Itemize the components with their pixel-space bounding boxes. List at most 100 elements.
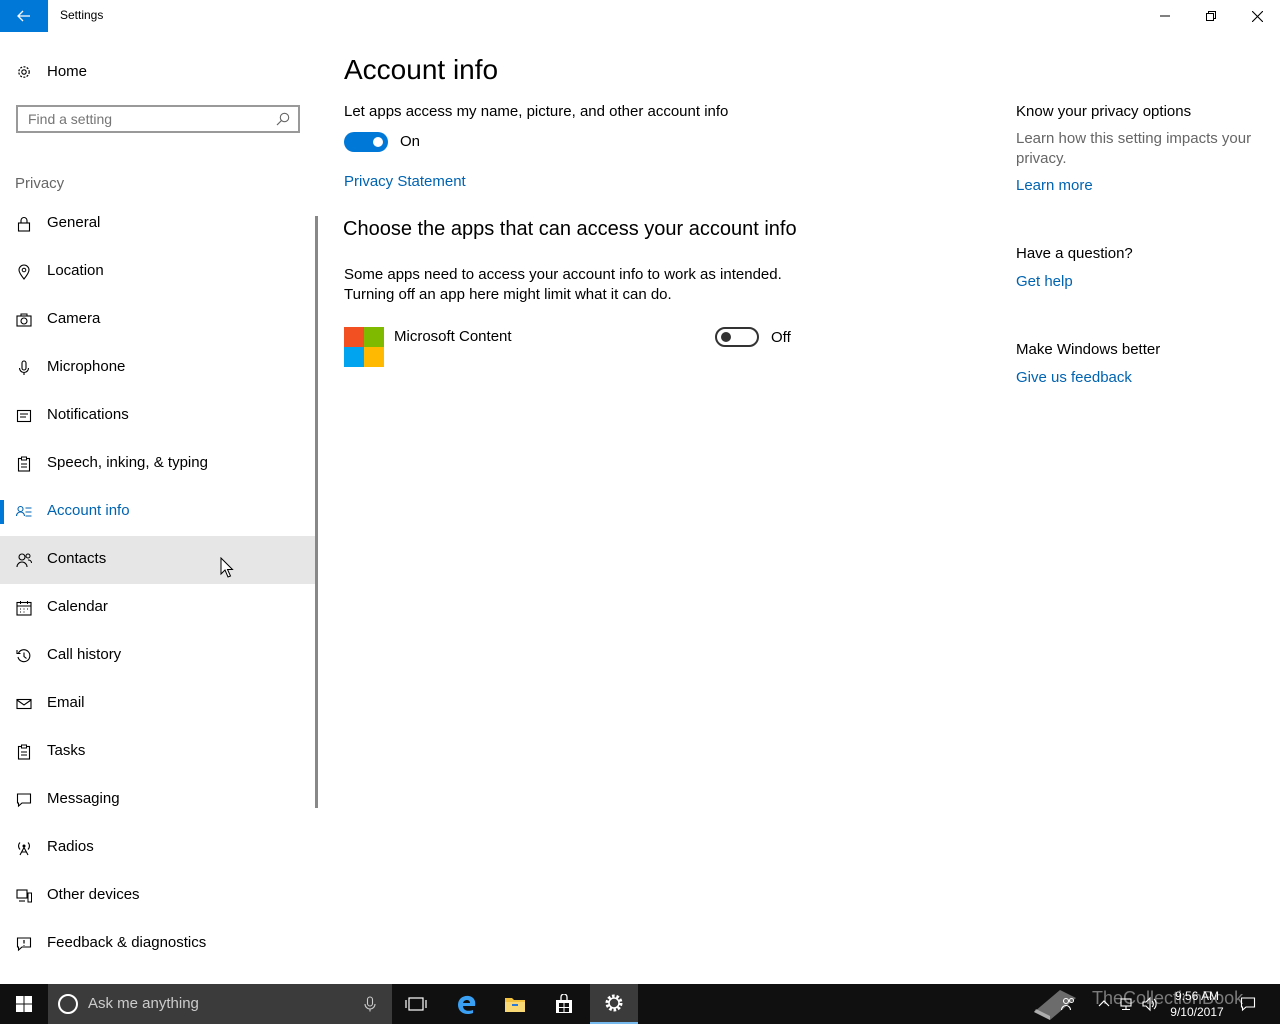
- apps-description: Some apps need to access your account in…: [344, 265, 782, 305]
- sidebar-item-label: General: [47, 214, 101, 231]
- sidebar-item-feedback-diagnostics[interactable]: Feedback & diagnostics: [0, 920, 318, 968]
- apps-description-line: Some apps need to access your account in…: [344, 266, 782, 283]
- sidebar-item-notifications[interactable]: Notifications: [0, 392, 318, 440]
- microphone-icon[interactable]: [364, 996, 376, 1012]
- windows-logo-icon: [16, 996, 32, 1012]
- gear-icon: [605, 994, 623, 1012]
- give-feedback-link[interactable]: Give us feedback: [1016, 369, 1132, 386]
- start-button[interactable]: [0, 984, 48, 1024]
- microsoft-content-toggle-label: Off: [771, 329, 791, 346]
- notifications-icon: [16, 409, 32, 423]
- sidebar-item-label: Calendar: [47, 598, 108, 615]
- sidebar-item-tasks[interactable]: Tasks: [0, 728, 318, 776]
- logo-square-red: [344, 327, 364, 347]
- folder-icon: [505, 998, 525, 1012]
- app-name: Microsoft Content: [394, 328, 512, 345]
- sidebar-item-general[interactable]: General: [0, 200, 318, 248]
- windows-better-heading: Make Windows better: [1016, 341, 1161, 358]
- clock-time: 9:56 AM: [1174, 989, 1220, 1003]
- section-label: Privacy: [15, 175, 65, 192]
- sidebar-item-label: Call history: [47, 646, 122, 663]
- sidebar-item-label: Speech, inking, & typing: [47, 454, 208, 471]
- store-button[interactable]: [540, 984, 588, 1024]
- mouse-cursor-icon: [220, 557, 234, 578]
- privacy-options-heading: Know your privacy options: [1016, 103, 1192, 120]
- sidebar-item-label: Location: [47, 262, 104, 279]
- devices-icon: [16, 889, 32, 903]
- edge-icon: [458, 995, 476, 1015]
- search-icon[interactable]: [276, 112, 290, 126]
- get-help-link[interactable]: Get help: [1016, 273, 1073, 290]
- sidebar-item-email[interactable]: Email: [0, 680, 318, 728]
- sidebar-item-account-info[interactable]: Account info: [0, 488, 318, 536]
- sidebar-item-label: Radios: [47, 838, 94, 855]
- microphone-icon: [18, 360, 30, 375]
- sidebar-item-label: Email: [47, 694, 85, 711]
- apps-description-line: Turning off an app here might limit what…: [344, 286, 672, 303]
- apps-heading: Choose the apps that can access your acc…: [343, 218, 797, 240]
- cortana-placeholder: Ask me anything: [88, 995, 199, 1012]
- sidebar-item-radios[interactable]: Radios: [0, 824, 318, 872]
- account-access-toggle[interactable]: [344, 132, 388, 152]
- home-button[interactable]: Home: [0, 52, 320, 92]
- file-explorer-button[interactable]: [491, 984, 539, 1024]
- camera-icon: [16, 313, 32, 327]
- sidebar-item-call-history[interactable]: Call history: [0, 632, 318, 680]
- logo-square-blue: [344, 347, 364, 367]
- sidebar-item-microphone[interactable]: Microphone: [0, 344, 318, 392]
- learn-more-link[interactable]: Learn more: [1016, 177, 1093, 194]
- cortana-search-box[interactable]: Ask me anything: [48, 984, 392, 1024]
- sidebar-item-calendar[interactable]: Calendar: [0, 584, 318, 632]
- action-center-icon[interactable]: [1240, 996, 1256, 1012]
- minimize-button[interactable]: [1142, 0, 1188, 32]
- sidebar-item-messaging[interactable]: Messaging: [0, 776, 318, 824]
- sidebar-item-contacts[interactable]: Contacts: [0, 536, 318, 584]
- chevron-up-icon[interactable]: [1096, 996, 1112, 1012]
- clock-date: 9/10/2017: [1170, 1005, 1224, 1019]
- sidebar-item-label: Account info: [47, 502, 130, 519]
- volume-icon[interactable]: [1142, 996, 1158, 1012]
- privacy-statement-link[interactable]: Privacy Statement: [344, 173, 466, 190]
- toggle-knob: [721, 332, 731, 342]
- sidebar-item-location[interactable]: Location: [0, 248, 318, 296]
- settings-taskbar-button[interactable]: [590, 984, 638, 1024]
- history-icon: [16, 649, 31, 663]
- sidebar-scrollbar[interactable]: [315, 216, 318, 808]
- logo-square-green: [364, 327, 384, 347]
- store-icon: [556, 994, 572, 1013]
- close-icon: [1251, 10, 1263, 22]
- lock-icon: [17, 217, 31, 232]
- sidebar-item-speech[interactable]: Speech, inking, & typing: [0, 440, 318, 488]
- restore-button[interactable]: [1188, 0, 1234, 32]
- privacy-options-text: Learn how this setting impacts your priv…: [1016, 130, 1252, 167]
- access-description: Let apps access my name, picture, and ot…: [344, 103, 729, 120]
- task-view-button[interactable]: [392, 984, 440, 1024]
- back-arrow-icon: [17, 10, 30, 22]
- gear-icon: [18, 66, 30, 78]
- sidebar-item-label: Microphone: [47, 358, 126, 375]
- taskbar-clock[interactable]: 9:56 AM 9/10/2017: [1166, 988, 1228, 1020]
- sidebar-item-camera[interactable]: Camera: [0, 296, 318, 344]
- sidebar-item-label: Contacts: [47, 550, 107, 567]
- microsoft-logo-icon: [344, 327, 384, 367]
- account-access-toggle-label: On: [400, 133, 421, 150]
- contacts-icon: [16, 553, 32, 568]
- microsoft-content-toggle[interactable]: [715, 327, 759, 347]
- location-icon: [18, 264, 30, 280]
- network-icon[interactable]: [1119, 996, 1135, 1012]
- toggle-knob: [373, 137, 383, 147]
- logo-square-yellow: [364, 347, 384, 367]
- edge-browser-button[interactable]: [442, 984, 490, 1024]
- window-title: Settings: [60, 8, 104, 22]
- people-icon[interactable]: [1060, 996, 1076, 1012]
- search-input[interactable]: [28, 110, 268, 128]
- minimize-icon: [1160, 15, 1170, 17]
- sidebar-item-label: Camera: [47, 310, 101, 327]
- close-button[interactable]: [1234, 0, 1280, 32]
- restore-icon: [1206, 11, 1216, 21]
- title-bar: Settings: [0, 0, 1280, 32]
- sidebar-item-other-devices[interactable]: Other devices: [0, 872, 318, 920]
- sidebar-item-label: Messaging: [47, 790, 120, 807]
- search-box[interactable]: [16, 105, 300, 133]
- back-button[interactable]: [0, 0, 48, 32]
